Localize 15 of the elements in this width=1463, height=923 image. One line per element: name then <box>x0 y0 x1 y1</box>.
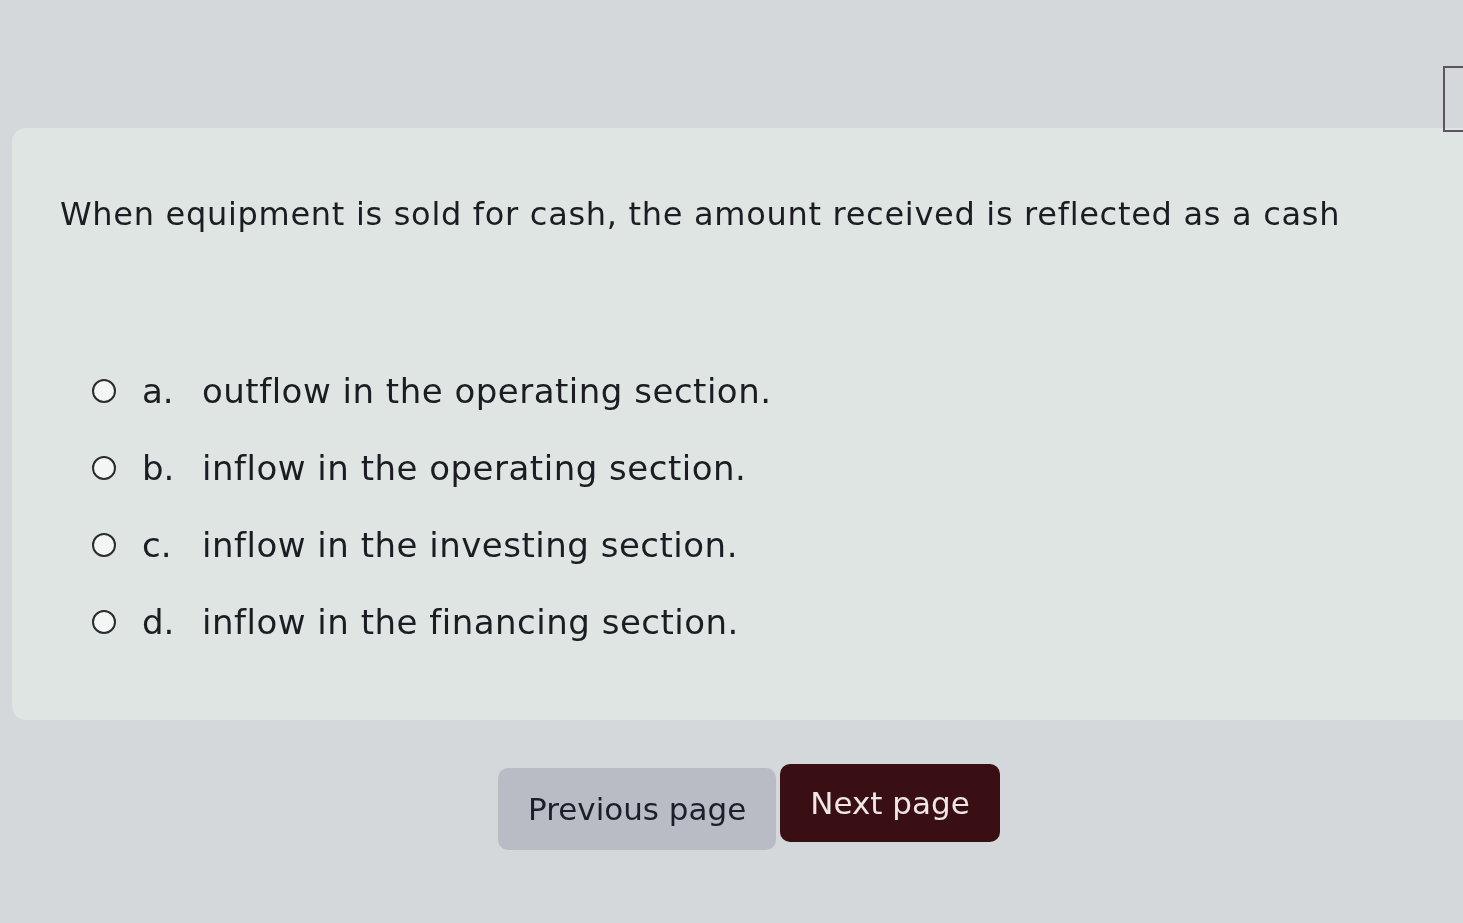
previous-page-button[interactable]: Previous page <box>498 768 777 850</box>
question-text: When equipment is sold for cash, the amount received is reflected as a cash <box>60 194 1342 235</box>
option-text: outflow in the operating section. <box>202 371 772 411</box>
next-page-button[interactable]: Next page <box>780 764 1000 842</box>
radio-button[interactable] <box>92 610 116 634</box>
option-letter: b. <box>142 448 176 488</box>
radio-button[interactable] <box>92 379 116 403</box>
option-letter: d. <box>142 602 176 642</box>
radio-button[interactable] <box>92 533 116 557</box>
option-text: inflow in the operating section. <box>202 448 747 488</box>
option-letter: a. <box>142 371 175 411</box>
option-text: inflow in the investing section. <box>202 525 738 565</box>
option-letter: c. <box>142 525 173 565</box>
radio-button[interactable] <box>92 456 116 480</box>
option-text: inflow in the financing section. <box>202 602 739 642</box>
